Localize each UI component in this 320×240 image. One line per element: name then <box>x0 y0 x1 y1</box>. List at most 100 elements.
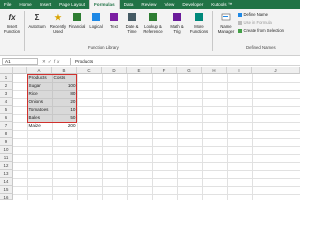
insert-function-label: Insert Function <box>3 24 21 34</box>
cell-cost[interactable]: 100 <box>52 82 77 90</box>
tab-formulas[interactable]: Formulas <box>88 0 120 9</box>
row-header[interactable]: 14 <box>0 178 13 186</box>
row-header[interactable]: 12 <box>0 162 13 170</box>
row-header[interactable]: 7 <box>0 122 13 130</box>
cell-product[interactable]: Bales <box>27 114 52 122</box>
cell-cost[interactable]: 50 <box>52 114 77 122</box>
name-box[interactable]: A1 <box>2 58 38 65</box>
book-icon <box>126 11 138 23</box>
formula-icon <box>238 20 242 25</box>
text-label: Text <box>110 24 118 29</box>
row-header[interactable]: 8 <box>0 130 13 138</box>
book-icon <box>71 11 83 23</box>
row-header[interactable]: 6 <box>0 114 13 122</box>
cell-header[interactable]: Costs <box>52 74 77 82</box>
cell-cost[interactable]: 10 <box>52 106 77 114</box>
formula-input[interactable]: Products <box>70 58 298 65</box>
lookup-reference-label: Lookup & Reference <box>143 24 163 34</box>
cell-product[interactable]: Tomatoes <box>27 106 52 114</box>
row-header[interactable]: 16 <box>0 194 13 200</box>
recently-used-label: Recently Used <box>49 24 67 34</box>
formula-bar-icons: ✕✓fx <box>42 58 61 65</box>
tab-view[interactable]: View <box>160 0 178 9</box>
divider <box>212 11 213 51</box>
book-icon <box>108 11 120 23</box>
column-header-empty <box>13 67 27 74</box>
column-header-d[interactable]: D <box>102 67 127 74</box>
row-header[interactable]: 15 <box>0 186 13 194</box>
column-header-e[interactable]: E <box>127 67 152 74</box>
cell-cost[interactable]: 80 <box>52 90 77 98</box>
column-header-h[interactable]: H <box>202 67 227 74</box>
cell-product[interactable]: Maize <box>27 122 52 130</box>
ribbon-formulas: fx Insert Function Σ AutoSum ★ Recently … <box>0 9 300 56</box>
tab-kutools[interactable]: Kutools ™ <box>207 0 236 9</box>
row-header[interactable]: 1 <box>0 74 13 82</box>
column-header-c[interactable]: C <box>77 67 102 74</box>
column-header-j[interactable]: J <box>252 67 300 74</box>
create-from-selection-label: Create from Selection <box>243 28 285 33</box>
star-icon: ★ <box>54 12 62 22</box>
column-header-b[interactable]: B <box>52 67 77 74</box>
column-header-g[interactable]: G <box>177 67 202 74</box>
row-header[interactable]: 10 <box>0 146 13 154</box>
autosum-label: AutoSum <box>28 24 46 29</box>
use-in-formula-button[interactable]: Use in Formula <box>238 20 272 25</box>
column-header-f[interactable]: F <box>152 67 177 74</box>
fx-icon: fx <box>8 12 16 22</box>
define-name-button[interactable]: Define Name <box>238 12 268 17</box>
row-header[interactable]: 11 <box>0 154 13 162</box>
function-library-label: Function Library <box>88 45 119 50</box>
row-header[interactable]: 5 <box>0 106 13 114</box>
math-trig-label: Math & Trig <box>170 24 184 34</box>
cell-header[interactable]: Products <box>27 74 52 82</box>
row-header[interactable]: 13 <box>0 170 13 178</box>
insert-function-button[interactable]: fx Insert Function <box>1 11 23 35</box>
spreadsheet-grid[interactable]: A B C D E F G H I J 1 2 3 4 5 6 7 8 9 10… <box>0 67 300 200</box>
math-trig-button[interactable]: Math & Trig <box>166 11 188 34</box>
lookup-reference-button[interactable]: Lookup & Reference <box>142 11 164 34</box>
defined-names-label: Defined Names <box>246 45 276 50</box>
grid-icon <box>238 28 242 33</box>
tab-review[interactable]: Review <box>137 0 160 9</box>
more-functions-button[interactable]: More Functions <box>188 11 210 34</box>
row-header[interactable]: 2 <box>0 82 13 90</box>
date-time-label: Date & Time <box>125 24 139 34</box>
financial-label: Financial <box>68 24 86 29</box>
cell-cost[interactable]: 200 <box>52 122 77 130</box>
cell-product[interactable]: Sugar <box>27 82 52 90</box>
more-functions-label: More Functions <box>189 24 209 34</box>
ribbon-tab-bar: File Home Insert Page Layout Formulas Da… <box>0 0 300 9</box>
select-all-corner[interactable] <box>0 67 13 74</box>
book-icon <box>90 11 102 23</box>
cell-cost[interactable]: 20 <box>52 98 77 106</box>
formula-bar: A1 ✕✓fx Products <box>0 57 300 66</box>
tab-file[interactable]: File <box>0 0 15 9</box>
column-header-a[interactable]: A <box>27 67 52 74</box>
fx-icon[interactable]: fx <box>54 59 62 64</box>
tab-data[interactable]: Data <box>120 0 138 9</box>
tab-insert[interactable]: Insert <box>36 0 56 9</box>
cell-product[interactable]: Onions <box>27 98 52 106</box>
cell-product[interactable]: Rice <box>27 90 52 98</box>
tab-page-layout[interactable]: Page Layout <box>55 0 89 9</box>
tab-developer[interactable]: Developer <box>178 0 207 9</box>
logical-label: Logical <box>89 24 103 29</box>
column-header-i[interactable]: I <box>227 67 252 74</box>
name-manager-button[interactable]: Name Manager <box>215 11 237 34</box>
sigma-icon: Σ <box>34 12 40 22</box>
name-tag-icon <box>220 11 232 23</box>
row-header[interactable]: 4 <box>0 98 13 106</box>
create-from-selection-button[interactable]: Create from Selection <box>238 28 284 33</box>
row-header[interactable]: 9 <box>0 138 13 146</box>
tab-home[interactable]: Home <box>15 0 35 9</box>
row-header[interactable]: 3 <box>0 90 13 98</box>
autosum-button[interactable]: Σ AutoSum <box>26 11 48 30</box>
book-icon <box>171 11 183 23</box>
book-icon <box>147 11 159 23</box>
use-in-formula-label: Use in Formula <box>243 20 272 25</box>
name-manager-label: Name Manager <box>217 24 235 34</box>
tag-icon <box>238 12 242 17</box>
define-name-label: Define Name <box>243 12 268 17</box>
divider <box>24 11 25 51</box>
